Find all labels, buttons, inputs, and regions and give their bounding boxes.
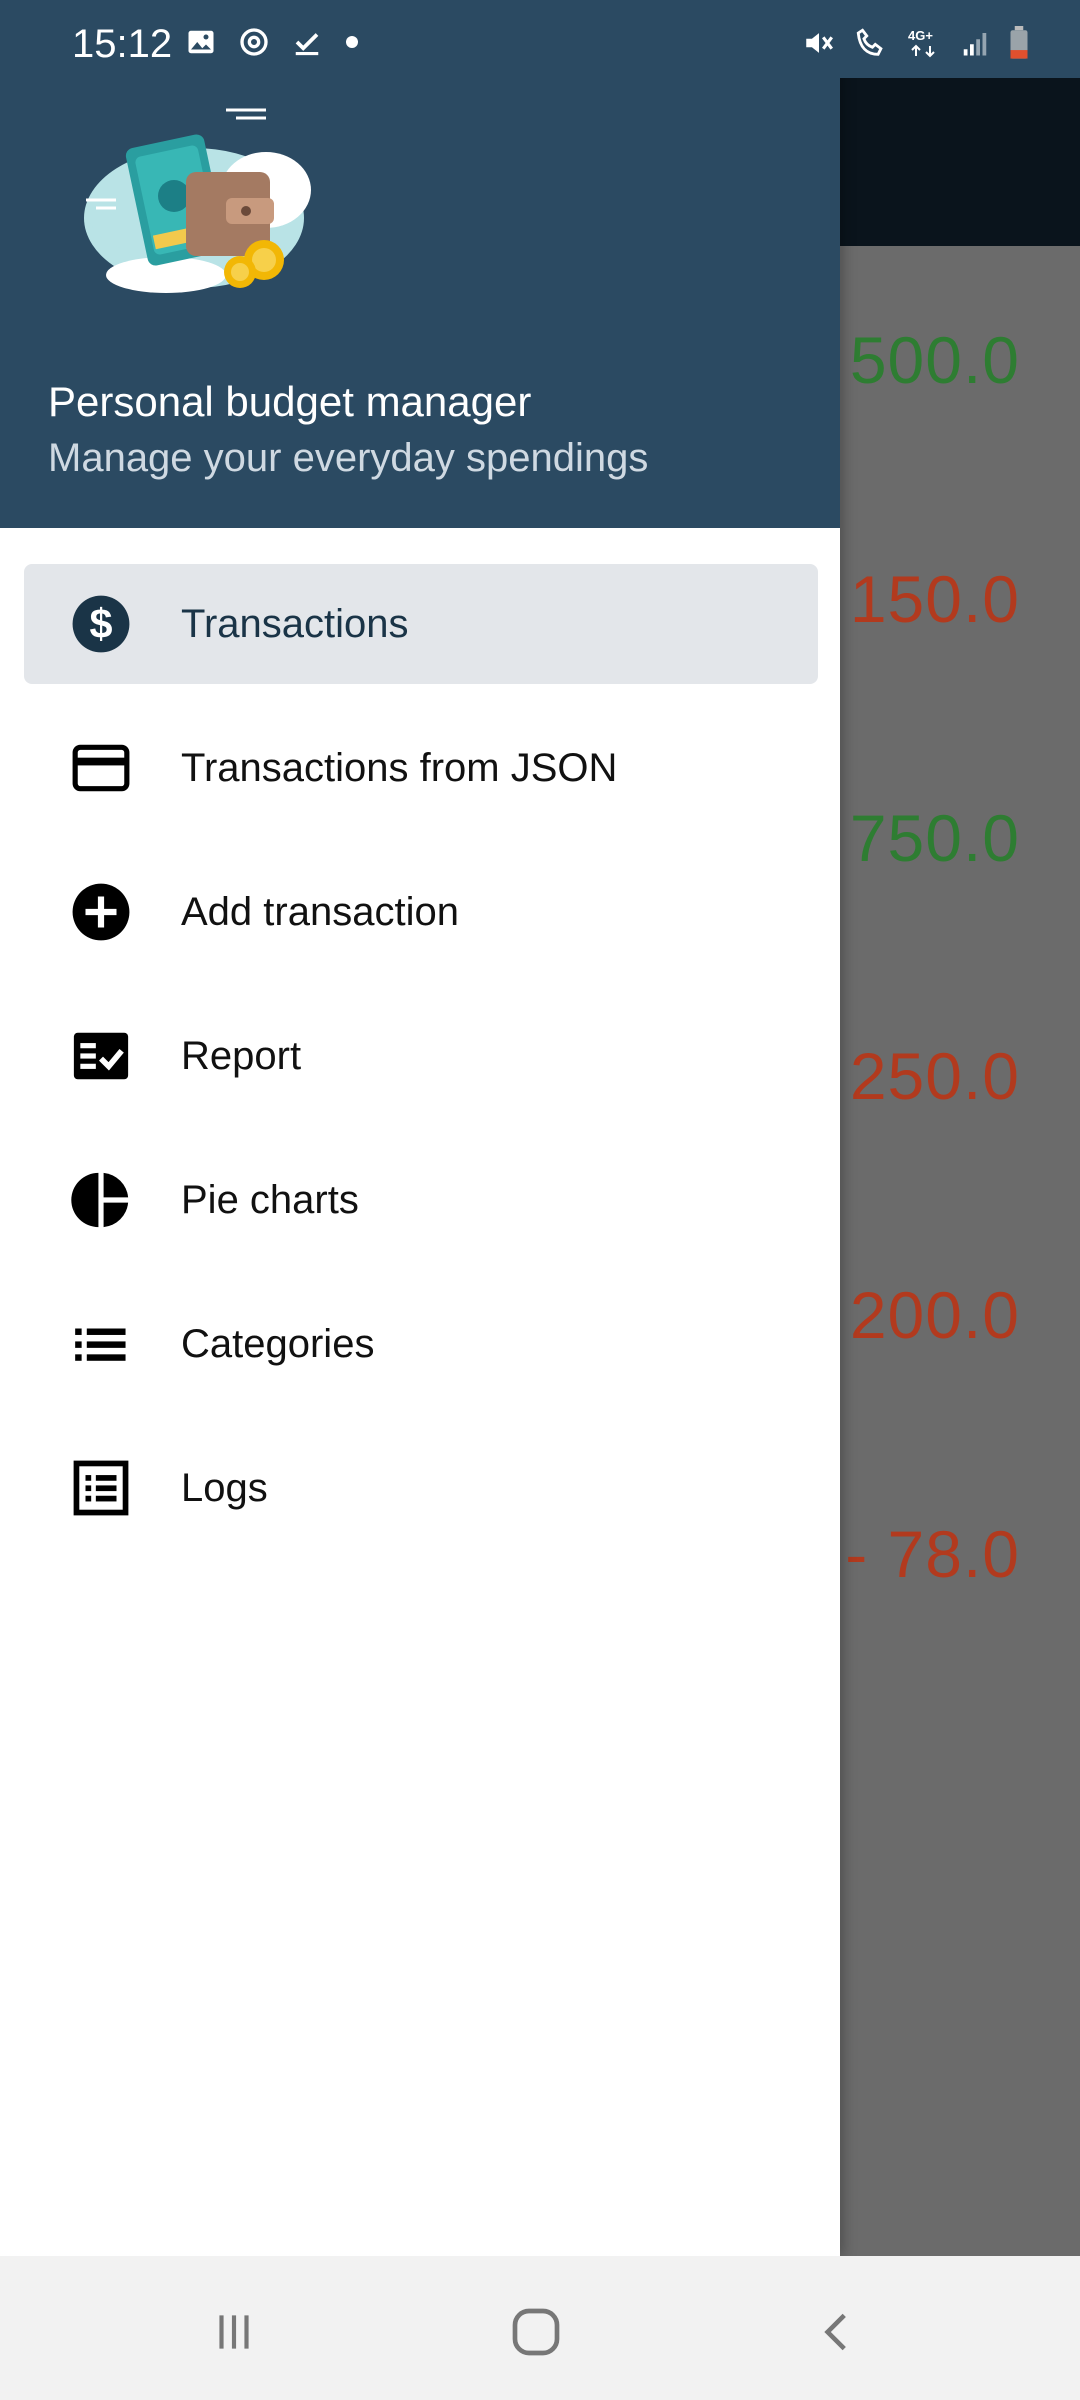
pie-chart-icon	[70, 1169, 132, 1231]
menu-label: Report	[181, 1033, 302, 1078]
menu-item-transactions[interactable]: $ Transactions	[24, 564, 818, 684]
menu-item-add-transaction[interactable]: Add transaction	[24, 852, 818, 972]
menu-item-transactions-from-json[interactable]: Transactions from JSON	[24, 708, 818, 828]
background-amount: 500.0	[849, 323, 1020, 397]
download-done-icon	[292, 27, 322, 62]
screen: 500.0 150.0 750.0 250.0 200.0 - 78.0 15:…	[0, 0, 1080, 2400]
signal-icon	[960, 28, 990, 63]
background-amount: 250.0	[849, 1039, 1020, 1113]
dollar-circle-icon: $	[70, 593, 132, 655]
log-list-icon	[70, 1457, 132, 1519]
status-bar: 15:12 4G+	[0, 0, 1080, 78]
credit-card-icon	[70, 737, 132, 799]
mute-icon	[802, 26, 836, 65]
navigation-drawer: Personal budget manager Manage your ever…	[0, 0, 840, 2256]
menu-label: Logs	[181, 1465, 268, 1510]
menu-item-categories[interactable]: Categories	[24, 1284, 818, 1404]
gallery-icon	[186, 27, 216, 62]
background-amount: - 78.0	[845, 1517, 1020, 1591]
wifi-calling-icon	[854, 26, 888, 65]
app-subtitle: Manage your everyday spendings	[48, 436, 649, 480]
menu-label: Pie charts	[181, 1177, 359, 1222]
drawer-menu: $ Transactions Transactions from JSON Ad…	[24, 564, 818, 1572]
recent-apps-button[interactable]	[204, 2304, 264, 2364]
checklist-icon	[70, 1025, 132, 1087]
menu-item-pie-charts[interactable]: Pie charts	[24, 1140, 818, 1260]
drawer-header: Personal budget manager Manage your ever…	[0, 0, 840, 528]
menu-item-report[interactable]: Report	[24, 996, 818, 1116]
back-icon	[813, 2307, 863, 2362]
wallet-logo-icon	[76, 100, 322, 310]
network-label: 4G+	[908, 28, 933, 43]
back-button[interactable]	[808, 2304, 868, 2364]
app-title: Personal budget manager	[48, 378, 532, 425]
home-icon	[508, 2304, 564, 2365]
recent-apps-icon	[209, 2307, 259, 2362]
sync-icon	[238, 26, 270, 63]
battery-icon	[1008, 26, 1030, 65]
menu-label: Categories	[181, 1321, 375, 1366]
menu-label: Transactions	[181, 601, 409, 646]
list-icon	[70, 1313, 132, 1375]
system-nav-bar	[0, 2256, 1080, 2400]
svg-text:$: $	[90, 601, 113, 647]
status-time: 15:12	[72, 22, 173, 66]
network-4g-icon: 4G+	[906, 26, 942, 65]
add-circle-icon	[70, 881, 132, 943]
menu-label: Transactions from JSON	[181, 745, 618, 790]
home-button[interactable]	[506, 2304, 566, 2364]
background-amount: 200.0	[849, 1278, 1020, 1352]
menu-item-logs[interactable]: Logs	[24, 1428, 818, 1548]
menu-label: Add transaction	[181, 889, 459, 934]
dot-icon	[344, 34, 360, 55]
background-amount: 750.0	[849, 801, 1020, 875]
background-amount: 150.0	[849, 562, 1020, 636]
